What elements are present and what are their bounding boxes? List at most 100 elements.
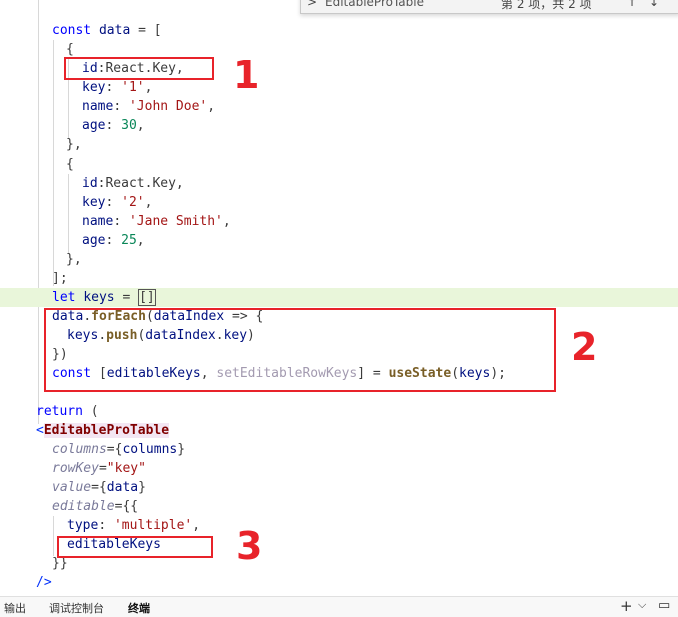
annotation-box-3 [57,536,213,558]
code-token: } [177,442,186,457]
annotation-box-1 [64,57,214,80]
annotation-number-1: 1 [233,53,260,97]
tab-debug-console[interactable]: 调试控制台 [49,600,104,616]
code-line: /> [36,573,52,592]
code-token: : [105,80,122,95]
code-token: < [36,423,44,438]
find-toggle-chevron-icon[interactable]: > [307,0,317,9]
code-line: name: 'John Doe', [82,97,215,116]
code-token: const [52,23,92,38]
code-token: data [106,480,139,495]
code-token: type [67,518,99,533]
code-token: : [98,518,114,533]
code-line: }, [66,135,82,154]
code-token: , [192,518,201,533]
code-token: let [52,290,76,305]
code-token: }} [52,556,68,571]
code-line: id:React.Key, [82,174,184,193]
code-token: , [144,80,153,95]
code-token: rowKey [52,461,99,476]
find-input[interactable]: EditableProTable [325,0,424,9]
code-token: key [82,80,106,95]
code-token: age [82,118,106,133]
code-line: age: 30, [82,116,145,135]
add-terminal-icon[interactable]: + [620,597,633,615]
code-line: rowKey="key" [52,459,146,478]
find-widget: > EditableProTable 第 2 项，共 2 项 ↑ ↓ [300,0,678,14]
indent-guide [38,0,39,424]
code-token: ={ [106,442,123,457]
tab-terminal[interactable]: 终端 [128,600,150,616]
bottom-panel-bar: 输出 调试控制台 终端 + ⌵ ▭ [0,596,678,617]
annotation-number-2: 2 [571,325,598,369]
code-token: :React.Key, [97,176,184,191]
code-token: , [207,99,216,114]
code-line: return ( [36,402,99,421]
find-match-count: 第 2 项，共 2 项 [501,0,592,11]
tab-output[interactable]: 输出 [4,600,26,616]
find-next-icon[interactable]: ↓ [649,0,659,9]
code-line: columns={columns} [52,440,185,459]
code-token: columns [52,442,107,457]
code-token: /> [36,575,52,590]
code-token: { [66,157,74,172]
terminal-icon[interactable]: ▭ [658,598,670,613]
code-token: key [82,195,106,210]
indent-guide [53,516,54,556]
code-token: columns [122,442,178,457]
code-token: keys [83,290,115,305]
code-token: age [82,233,106,248]
code-line: editable={{ [52,497,138,516]
code-token: 25 [121,233,137,248]
code-line: name: 'Jane Smith', [82,212,231,231]
code-token: ={ [91,480,107,495]
code-token: id [82,176,98,191]
code-editor[interactable]: const data = [ { id:React.Key, key: '1',… [0,0,678,596]
find-previous-icon[interactable]: ↑ [627,0,637,9]
code-token: = [114,290,139,305]
annotation-box-2 [44,308,556,392]
code-token: 'Jane Smith' [128,214,223,229]
code-line: age: 25, [82,231,145,250]
code-line: value={data} [52,478,146,497]
code-line: { [66,155,74,174]
code-token: name [82,214,114,229]
code-line: const data = [ [52,21,162,40]
code-token: value [52,480,92,495]
code-token: '1' [121,80,145,95]
code-token: , [136,233,145,248]
code-token: ( [82,404,99,419]
code-line: }, [66,250,82,269]
indent-guide [68,174,69,254]
terminal-dropdown-icon[interactable]: ⌵ [638,598,646,612]
annotation-number-3: 3 [236,524,263,568]
code-token: data [98,23,131,38]
code-token: , [136,118,145,133]
code-token: : [113,99,129,114]
code-token: 'John Doe' [128,99,208,114]
code-token: ]; [52,271,68,286]
code-token: : [113,214,129,229]
code-token: editable [52,499,115,514]
indent-guide [53,40,54,286]
code-token: }, [66,137,82,152]
code-token: : [105,195,122,210]
code-line: type: 'multiple', [67,516,200,535]
code-token: 'multiple' [113,518,193,533]
code-token: } [138,480,146,495]
code-line: ]; [52,269,68,288]
code-token: 30 [121,118,137,133]
code-token: name [82,99,114,114]
code-line: let keys = [] [52,288,156,307]
code-line: key: '2', [82,193,152,212]
code-token: "key" [106,461,146,476]
code-token: [] [138,289,156,306]
code-line: key: '1', [82,78,152,97]
code-token: = [ [130,23,162,38]
code-token: , [144,195,153,210]
code-token: : [105,233,122,248]
code-token: EditableProTable [43,423,170,438]
code-token: return [36,404,83,419]
code-line: <EditableProTable [36,421,170,440]
code-token: { [66,42,74,57]
